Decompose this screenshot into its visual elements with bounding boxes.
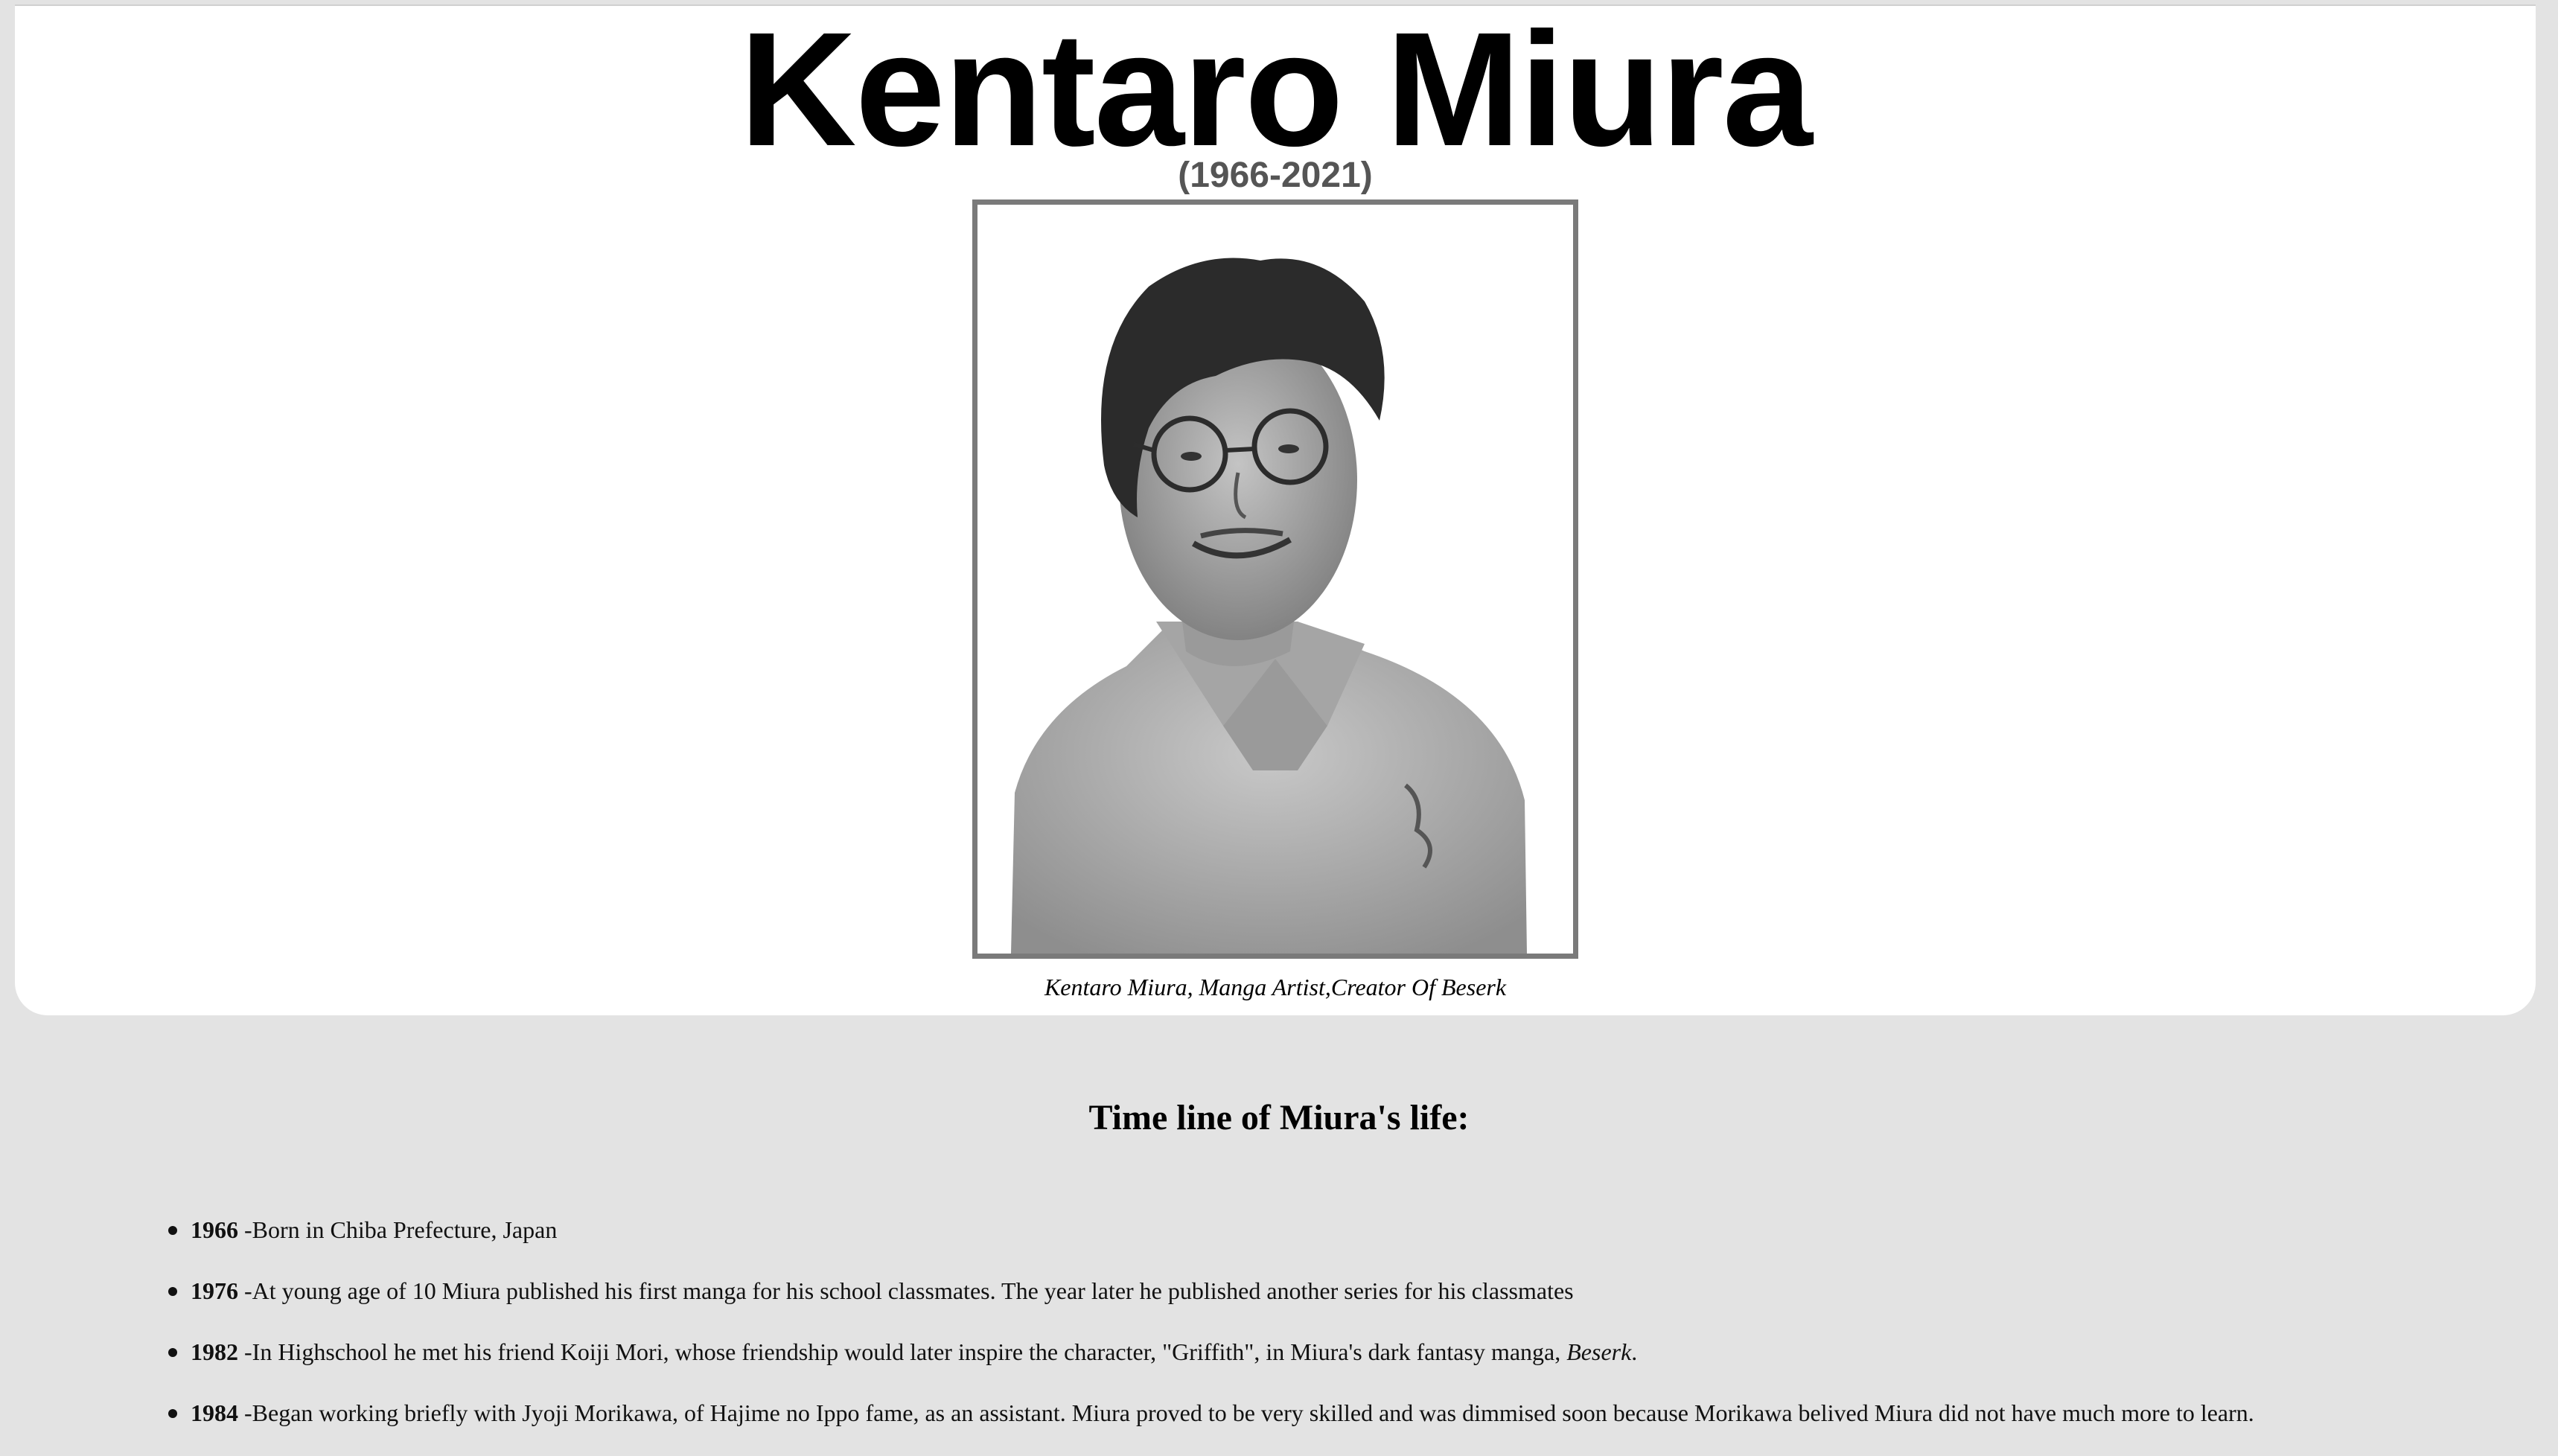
timeline-text-end: . [1631,1338,1638,1365]
timeline-heading: Time line of Miura's life: [1088,1098,1470,1137]
timeline-item: 1982 -In Highschool he met his friend Ko… [168,1334,2476,1395]
portrait-caption: Kentaro Miura, Manga Artist,Creator Of B… [1044,974,1507,1000]
timeline-text: -Began working briefly with Jyoji Morika… [238,1399,2254,1426]
portrait-photo-icon [977,205,1573,954]
timeline-text: -Born in Chiba Prefecture, Japan [238,1216,558,1243]
portrait-image [972,199,1578,959]
hero-card: Kentaro Miura (1966-2021) Kentaro Miura,… [15,0,2536,1015]
timeline-year: 1984 [191,1399,238,1426]
timeline-item: 1976 -At young age of 10 Miura published… [168,1273,2476,1334]
timeline-text: -At young age of 10 Miura published his … [238,1277,1574,1304]
life-dates: (1966-2021) [1178,156,1373,195]
timeline-item: 1984 -Began working briefly with Jyoji M… [168,1395,2476,1456]
timeline-text: -In Highschool he met his friend Koiji M… [238,1338,1567,1365]
timeline-year: 1982 [191,1338,238,1365]
timeline-emphasis: Beserk [1566,1338,1632,1365]
timeline-list: 1966 -Born in Chiba Prefecture, Japan 19… [168,1212,2476,1456]
timeline-item: 1966 -Born in Chiba Prefecture, Japan [168,1212,2476,1273]
timeline-year: 1976 [191,1277,238,1304]
timeline-year: 1966 [191,1216,238,1243]
